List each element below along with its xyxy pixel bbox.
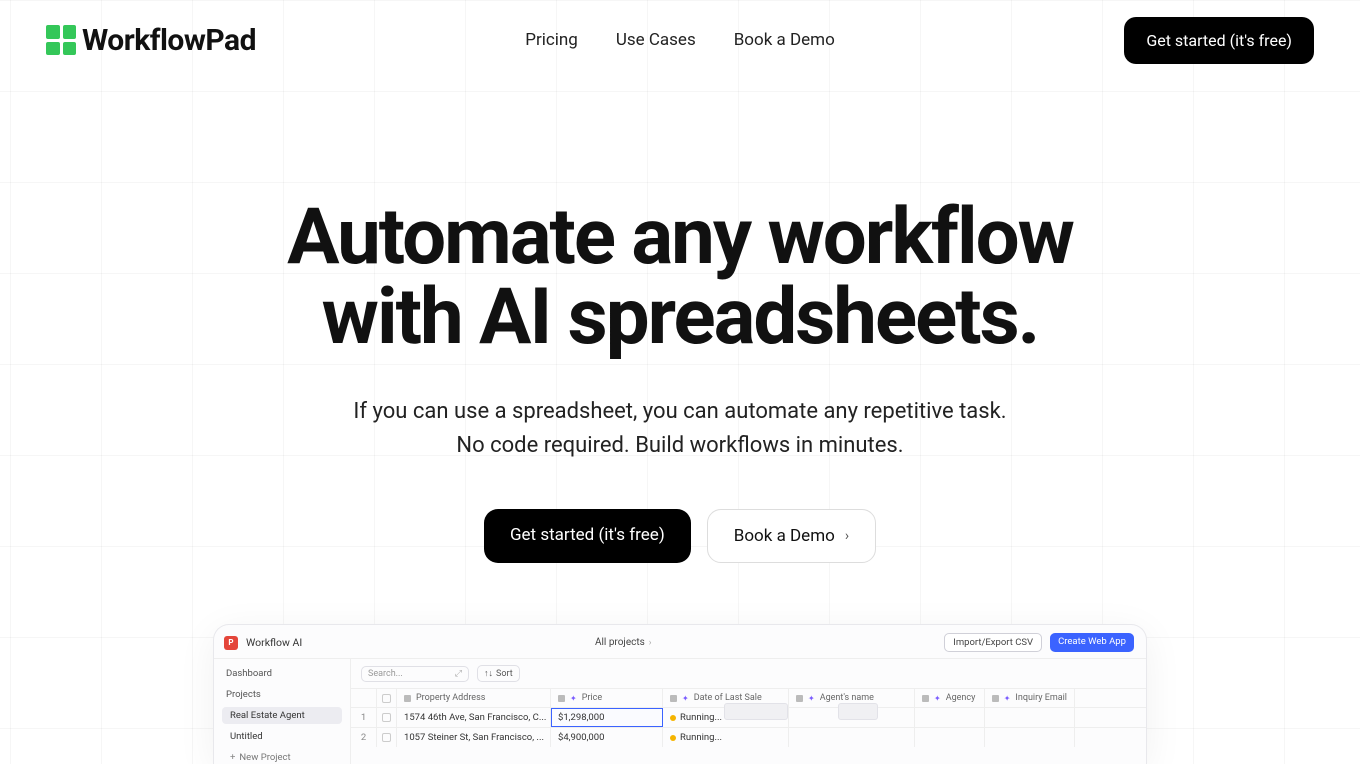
ai-sparkle-icon: ✦ bbox=[1004, 694, 1011, 703]
hero-headline: Automate any workflow with AI spreadshee… bbox=[0, 198, 1360, 357]
preview-sidebar: Dashboard Projects Real Estate Agent Unt… bbox=[214, 659, 351, 764]
preview-app-logo-icon: P bbox=[224, 636, 238, 650]
hero-headline-line1: Automate any workflow bbox=[287, 192, 1073, 283]
preview-app-name: Workflow AI bbox=[246, 636, 302, 649]
nav-cta-button[interactable]: Get started (it's free) bbox=[1124, 17, 1314, 64]
app-preview: P Workflow AI All projects › Import/Expo… bbox=[213, 624, 1147, 764]
row-checkbox[interactable] bbox=[382, 733, 391, 742]
ghost-action-chip bbox=[838, 703, 878, 720]
sidebar-item-real-estate[interactable]: Real Estate Agent bbox=[222, 707, 342, 724]
ai-sparkle-icon: ✦ bbox=[808, 694, 815, 703]
row-index: 1 bbox=[351, 708, 377, 727]
cell-address[interactable]: 1574 46th Ave, San Francisco, C... bbox=[397, 708, 551, 727]
hero-secondary-button[interactable]: Book a Demo › bbox=[707, 509, 876, 563]
nav-link-book-demo[interactable]: Book a Demo bbox=[734, 30, 835, 50]
preview-create-webapp-button[interactable]: Create Web App bbox=[1050, 633, 1134, 652]
preview-main: Search... ⤢ ↑↓ Sort Property Address ✦Pr… bbox=[351, 659, 1146, 764]
brand[interactable]: WorkflowPad bbox=[46, 23, 256, 58]
preview-search-input[interactable]: Search... ⤢ bbox=[361, 666, 469, 682]
preview-sort-button[interactable]: ↑↓ Sort bbox=[477, 665, 520, 682]
cell-agency[interactable] bbox=[915, 728, 985, 747]
status-dot-icon bbox=[670, 715, 676, 721]
hero-sub-line1: If you can use a spreadsheet, you can au… bbox=[0, 395, 1360, 429]
top-nav: WorkflowPad Pricing Use Cases Book a Dem… bbox=[0, 0, 1360, 70]
row-checkbox[interactable] bbox=[382, 713, 391, 722]
sidebar-item-new-project[interactable]: New Project bbox=[222, 749, 342, 764]
hero-primary-button[interactable]: Get started (it's free) bbox=[484, 509, 691, 563]
brand-logo-icon bbox=[46, 25, 76, 55]
search-placeholder: Search... bbox=[368, 669, 403, 679]
cell-price[interactable]: $4,900,000 bbox=[551, 728, 663, 747]
ai-sparkle-icon: ✦ bbox=[934, 694, 941, 703]
hero-cta-row: Get started (it's free) Book a Demo › bbox=[0, 509, 1360, 563]
cell-address[interactable]: 1057 Steiner St, San Francisco, ... bbox=[397, 728, 551, 747]
col-inquiry-email[interactable]: ✦Inquiry Email bbox=[985, 689, 1075, 707]
hero-headline-line2: with AI spreadsheets. bbox=[322, 272, 1039, 363]
sidebar-section-projects: Projects bbox=[222, 686, 342, 703]
row-index: 2 bbox=[351, 728, 377, 747]
col-agency[interactable]: ✦Agency bbox=[915, 689, 985, 707]
cell-inquiry[interactable] bbox=[985, 728, 1075, 747]
cell-date[interactable]: Running... bbox=[663, 728, 789, 747]
preview-topbar: P Workflow AI All projects › Import/Expo… bbox=[214, 625, 1146, 659]
ghost-action-chip bbox=[724, 703, 788, 720]
hero-sub-line2: No code required. Build workflows in min… bbox=[0, 429, 1360, 463]
cell-agency[interactable] bbox=[915, 708, 985, 727]
status-dot-icon bbox=[670, 735, 676, 741]
cell-inquiry[interactable] bbox=[985, 708, 1075, 727]
hero-secondary-label: Book a Demo bbox=[734, 526, 835, 546]
ai-sparkle-icon: ✦ bbox=[570, 694, 577, 703]
hero: Automate any workflow with AI spreadshee… bbox=[0, 198, 1360, 563]
brand-name: WorkflowPad bbox=[82, 23, 256, 58]
chevron-right-icon: › bbox=[845, 528, 849, 544]
nav-links: Pricing Use Cases Book a Demo bbox=[525, 30, 835, 50]
nav-link-pricing[interactable]: Pricing bbox=[525, 30, 578, 50]
table-row[interactable]: 2 1057 Steiner St, San Francisco, ... $4… bbox=[351, 727, 1146, 747]
preview-breadcrumb[interactable]: All projects › bbox=[595, 637, 652, 648]
sidebar-item-dashboard[interactable]: Dashboard bbox=[222, 665, 342, 682]
cell-agent[interactable] bbox=[789, 728, 915, 747]
expand-icon: ⤢ bbox=[455, 669, 462, 679]
checkbox-all[interactable] bbox=[382, 694, 391, 703]
chevron-right-icon: › bbox=[649, 638, 652, 648]
hero-subtitle: If you can use a spreadsheet, you can au… bbox=[0, 395, 1360, 463]
preview-toolbar: Search... ⤢ ↑↓ Sort bbox=[351, 659, 1146, 688]
nav-link-use-cases[interactable]: Use Cases bbox=[616, 30, 696, 50]
col-price[interactable]: ✦Price bbox=[551, 689, 663, 707]
sort-icon: ↑↓ bbox=[484, 668, 493, 679]
cell-price[interactable]: $1,298,000 bbox=[551, 708, 663, 727]
col-property-address[interactable]: Property Address bbox=[397, 689, 551, 707]
sidebar-item-untitled[interactable]: Untitled bbox=[222, 728, 342, 745]
ai-sparkle-icon: ✦ bbox=[682, 694, 689, 703]
preview-import-export-button[interactable]: Import/Export CSV bbox=[944, 633, 1042, 652]
